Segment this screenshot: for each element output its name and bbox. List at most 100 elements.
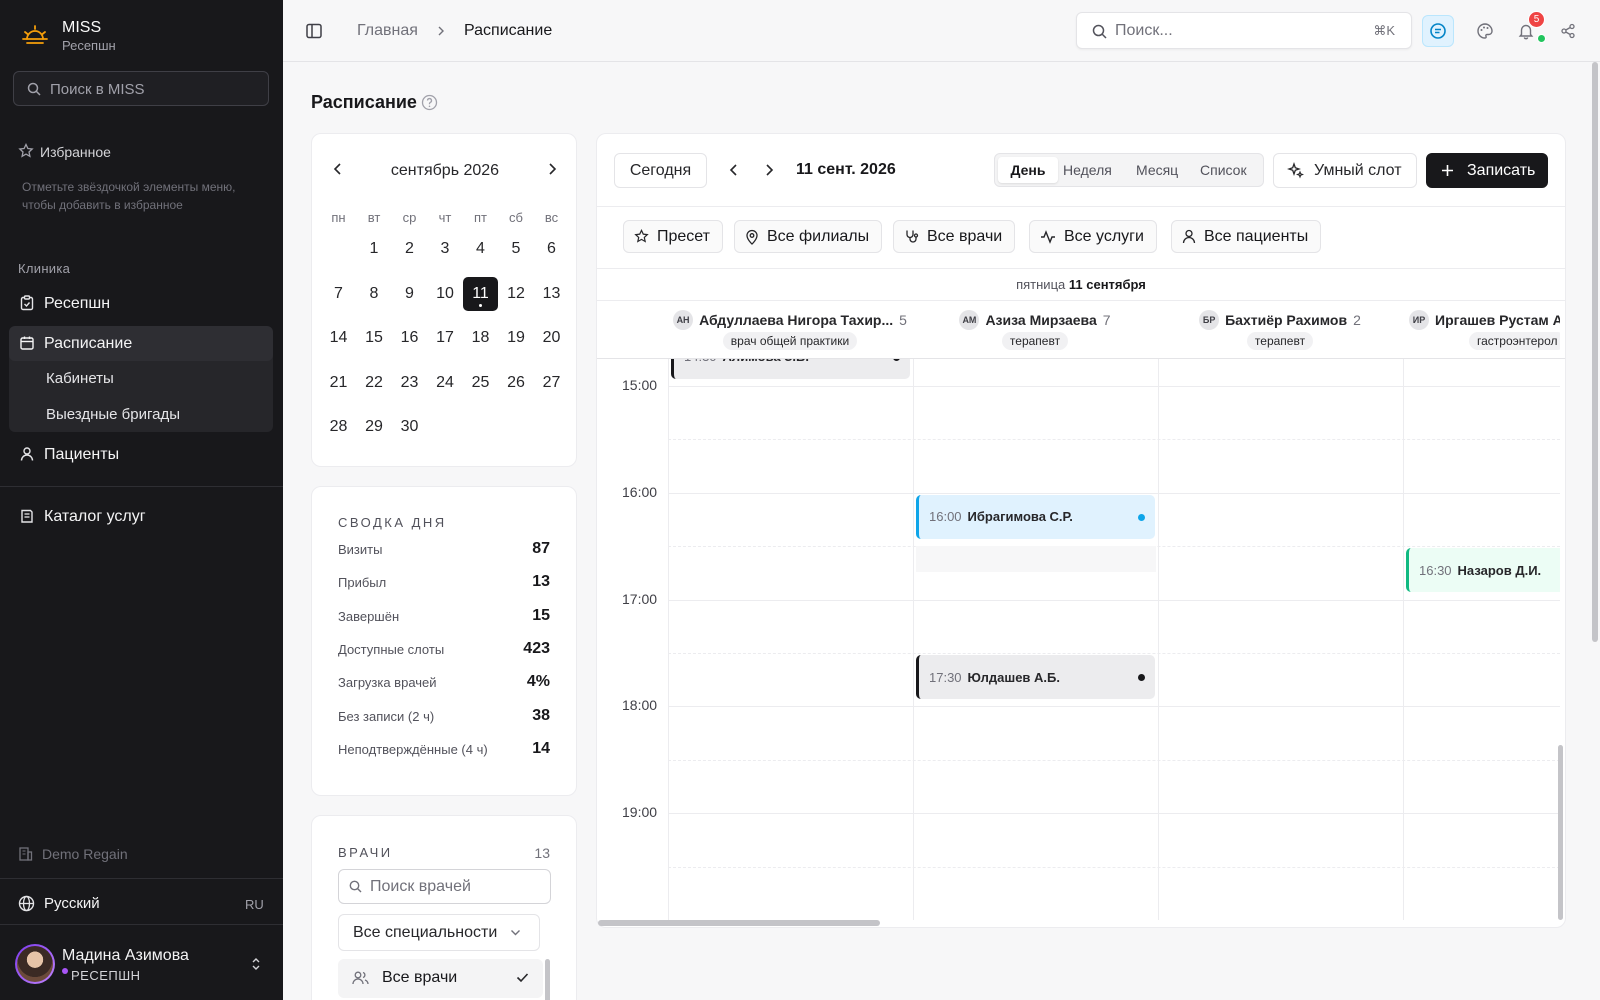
calendar-day[interactable]: 17 [428,321,463,355]
breadcrumb-home[interactable]: Главная [357,22,418,40]
chevron-updown-icon[interactable] [251,957,261,971]
calendar-day[interactable]: 14 [321,321,356,355]
appointment-patient: Алимова З.В. [723,359,809,364]
calendar-day[interactable]: 18 [463,321,498,355]
calendar-next-button[interactable] [547,162,557,176]
calendar-day[interactable]: 7 [321,277,356,311]
calendar-day[interactable]: 4 [463,232,498,266]
doctor-column-header[interactable]: ИР Иргашев Рустам А гастроэнтерол [1403,301,1560,358]
calendar-day[interactable]: 30 [392,410,427,444]
appointment-card[interactable]: 16:00 Ибрагимова С.Р. [916,494,1155,539]
today-button[interactable]: Сегодня [614,153,707,188]
doctor-specialty-wrap: терапевт [1158,332,1402,350]
sidebar-item-schedule[interactable]: Расписание [9,326,273,361]
view-tab-week[interactable]: Неделя [1063,162,1112,178]
status-dot [62,968,68,974]
appointment-card[interactable]: 17:30 Юлдашев А.Б. [916,655,1155,699]
search-icon [349,880,362,893]
prev-day-button[interactable] [729,163,739,177]
doctor-search-input[interactable]: Поиск врачей [338,869,551,904]
calendar-day[interactable]: 23 [392,366,427,400]
view-tab-day[interactable]: День [998,157,1058,183]
sidebar-toggle-icon[interactable] [305,22,323,40]
calendar-day[interactable]: 6 [534,232,569,266]
filter-branches[interactable]: Все филиалы [734,220,883,253]
view-tab-list[interactable]: Список [1200,162,1247,178]
doctor-column-header[interactable]: АН Абдуллаева Нигора Тахир... 5 врач общей … [668,301,912,358]
doctors-title: ВРАЧИ [338,845,393,860]
language-selector[interactable]: Русский [44,895,100,912]
calendar-day[interactable]: 15 [357,321,392,355]
calendar-day[interactable]: 10 [428,277,463,311]
appointment-patient: Назаров Д.И. [1457,562,1542,578]
sidebar-divider [0,924,283,925]
sidebar-subitem-rooms[interactable]: Кабинеты [46,370,114,387]
doctor-column-header[interactable]: БР Бахтиёр Рахимов 2 терапевт [1158,301,1402,358]
filter-doctors[interactable]: Все врачи [893,220,1016,253]
today-dot [479,303,482,307]
book-button[interactable]: Записать [1426,153,1548,188]
calendar-day[interactable]: 21 [321,366,356,400]
doctor-name: Азиза Мирзаева [985,312,1097,328]
weekday-label: чт [438,210,452,225]
doctors-list-scrollbar[interactable] [545,959,550,1000]
view-switcher: День Неделя Месяц Список [994,153,1264,187]
horizontal-scrollbar[interactable] [598,920,880,926]
doctor-option-all[interactable]: Все врачи [338,959,543,998]
filter-preset[interactable]: Пресет [623,220,723,253]
calendar-day[interactable]: 13 [534,277,569,311]
appointment-status-dot [1138,513,1145,521]
day-label-weekday: пятница [1016,277,1066,292]
calendar-day[interactable]: 25 [463,366,498,400]
calendar-day[interactable]: 28 [321,410,356,444]
appointment-card[interactable]: 16:30 Назаров Д.И. [1406,548,1560,593]
sidebar-search-input[interactable]: Поиск в MISS [13,71,269,106]
doctor-column-header[interactable]: АМ Азиза Мирзаева 7 терапевт [913,301,1157,358]
help-icon[interactable] [421,94,438,111]
page-scrollbar[interactable] [1592,62,1598,642]
appointment-card[interactable]: 14:30 Алимова З.В. [671,359,910,379]
calendar-day[interactable]: 1 [357,232,392,266]
doctor-search-placeholder: Поиск врачей [370,878,471,895]
users-icon [352,970,369,986]
calendar-day[interactable]: 27 [534,366,569,400]
sidebar-item-services-catalog[interactable]: Каталог услуг [9,499,273,534]
global-search-input[interactable]: Поиск... ⌘K [1076,12,1412,49]
avatar[interactable] [15,944,55,984]
calendar-day[interactable]: 12 [499,277,534,311]
theme-button[interactable] [1469,15,1501,47]
calendar-day[interactable]: 16 [392,321,427,355]
filter-services[interactable]: Все услуги [1029,220,1157,253]
sidebar-subitem-mobile-teams[interactable]: Выездные бригады [46,406,180,423]
share-button[interactable] [1552,15,1584,47]
doctors-count: 13 [534,845,550,861]
specialty-select[interactable]: Все специальности [338,914,540,951]
calendar-day[interactable]: 20 [534,321,569,355]
vertical-scrollbar[interactable] [1558,745,1563,920]
calendar-day[interactable]: 5 [499,232,534,266]
calendar-day[interactable]: 29 [357,410,392,444]
smart-slot-button[interactable]: Умный слот [1273,153,1417,188]
sidebar-item-patients[interactable]: Пациенты [9,437,273,472]
calendar-day[interactable]: 8 [357,277,392,311]
calendar-day[interactable]: 2 [392,232,427,266]
view-tab-month[interactable]: Месяц [1136,162,1178,178]
calendar-day[interactable]: 26 [499,366,534,400]
calendar-day[interactable]: 24 [428,366,463,400]
sidebar-item-reception[interactable]: Ресепшн [9,286,273,321]
org-name[interactable]: Demo Regain [42,846,128,862]
appointment-status-dot [1138,674,1145,681]
calendar-day[interactable]: 3 [428,232,463,266]
calendar-day[interactable]: 22 [357,366,392,400]
map-pin-icon [745,229,759,245]
doctor-avatar: ИР [1409,310,1429,330]
filter-patients[interactable]: Все пациенты [1171,220,1322,253]
time-label: 18:00 [622,697,658,714]
doctor-header-row: БР Бахтиёр Рахимов 2 [1158,310,1402,330]
calendar-day[interactable]: 19 [499,321,534,355]
chat-button[interactable] [1422,15,1454,47]
next-day-button[interactable] [764,163,774,177]
star-icon [18,143,34,159]
appointment-status-dot [893,359,900,361]
calendar-day[interactable]: 9 [392,277,427,311]
